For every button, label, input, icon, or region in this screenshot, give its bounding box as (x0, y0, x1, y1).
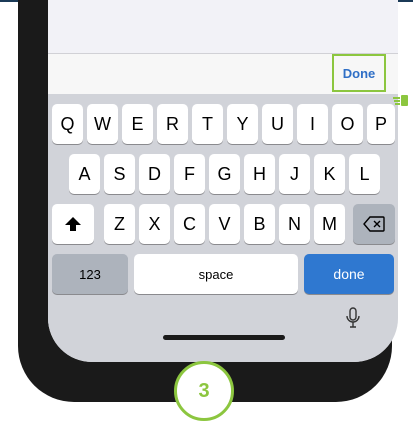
done-toolbar-button[interactable]: Done (332, 54, 386, 92)
key-u[interactable]: U (262, 104, 293, 144)
keyboard-toolbar: Done (48, 53, 398, 94)
key-m[interactable]: M (314, 204, 345, 244)
key-z[interactable]: Z (104, 204, 135, 244)
dictation-button[interactable] (343, 304, 363, 332)
key-b[interactable]: B (244, 204, 275, 244)
key-g[interactable]: G (209, 154, 240, 194)
key-p[interactable]: P (367, 104, 395, 144)
microphone-icon (346, 307, 360, 328)
key-s[interactable]: S (104, 154, 135, 194)
key-o[interactable]: O (332, 104, 363, 144)
step-number-badge: 3 (174, 361, 234, 421)
key-r[interactable]: R (157, 104, 188, 144)
shift-key[interactable] (52, 204, 94, 244)
key-c[interactable]: C (174, 204, 205, 244)
key-j[interactable]: J (279, 154, 310, 194)
pointing-hand-icon (393, 95, 408, 106)
phone-screen: Done Q W E R T Y U I O P A S D F G H J K… (48, 0, 398, 362)
key-q[interactable]: Q (52, 104, 83, 144)
space-key[interactable]: space (134, 254, 298, 294)
key-k[interactable]: K (314, 154, 345, 194)
backspace-icon (363, 216, 385, 232)
return-done-key[interactable]: done (304, 254, 394, 294)
delete-key[interactable] (353, 204, 395, 244)
home-indicator[interactable] (163, 335, 285, 340)
numbers-key[interactable]: 123 (52, 254, 128, 294)
keyboard: Q W E R T Y U I O P A S D F G H J K L Z … (48, 94, 398, 362)
key-a[interactable]: A (69, 154, 100, 194)
key-v[interactable]: V (209, 204, 240, 244)
key-y[interactable]: Y (227, 104, 258, 144)
key-l[interactable]: L (349, 154, 380, 194)
key-e[interactable]: E (122, 104, 153, 144)
key-t[interactable]: T (192, 104, 223, 144)
key-f[interactable]: F (174, 154, 205, 194)
shift-icon (65, 217, 81, 231)
key-x[interactable]: X (139, 204, 170, 244)
key-w[interactable]: W (87, 104, 118, 144)
key-i[interactable]: I (297, 104, 328, 144)
key-h[interactable]: H (244, 154, 275, 194)
key-n[interactable]: N (279, 204, 310, 244)
phone-frame: Done Q W E R T Y U I O P A S D F G H J K… (18, 0, 398, 402)
content-area (48, 0, 398, 52)
key-d[interactable]: D (139, 154, 170, 194)
